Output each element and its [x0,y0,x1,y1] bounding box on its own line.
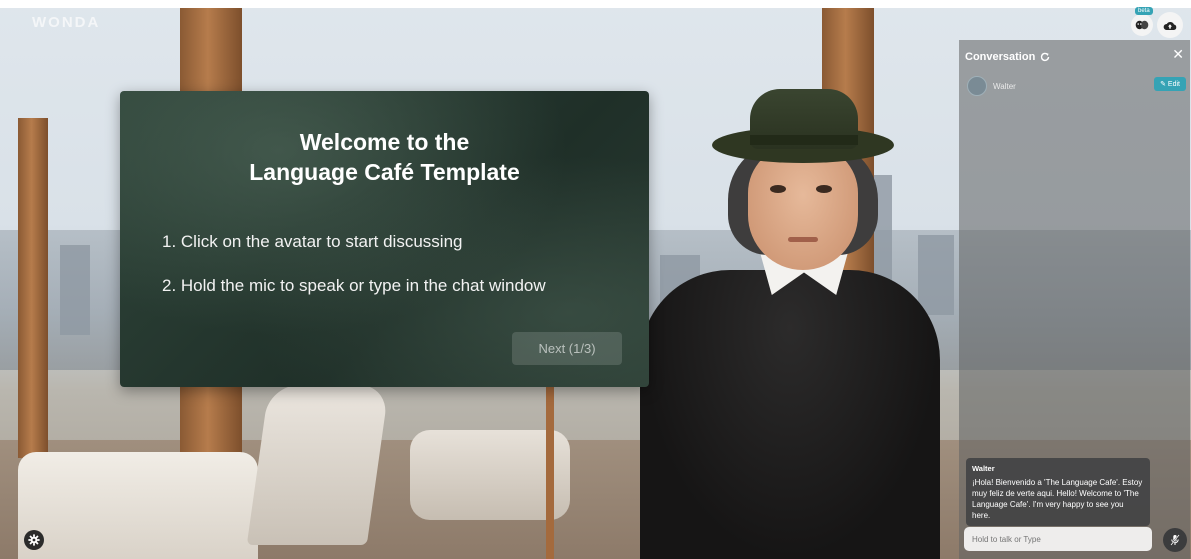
top-right-toolbar: beta [1131,7,1183,38]
avatar-eye [816,185,832,193]
cloud-upload-icon [1163,21,1177,30]
sofa [18,452,258,559]
edit-button[interactable]: ✎ Edit [1154,77,1186,91]
conversation-panel: Conversation ✕ Walter ✎ Edit Walter ¡Hol… [959,40,1190,559]
welcome-title: Welcome to the Language Café Template [120,127,649,187]
conversation-title: Conversation [965,51,1036,63]
mic-button[interactable] [1163,528,1187,552]
theater-mask-icon [1135,20,1149,30]
welcome-panel: Welcome to the Language Café Template 1.… [120,91,649,387]
conversation-header: Conversation [965,51,1050,63]
message-sender: Walter [972,464,995,473]
avatar-face [748,145,858,270]
panel-stand [546,385,554,559]
message-text: ¡Hola! Bienvenido a 'The Language Cafe'.… [972,478,1143,520]
welcome-title-line2: Language Café Template [249,159,520,185]
refresh-icon[interactable] [1040,52,1050,62]
welcome-title-line1: Welcome to the [299,129,470,155]
building [60,245,90,335]
microphone-icon [1170,534,1180,546]
avatar-eye [770,185,786,193]
settings-button[interactable] [24,530,44,550]
avatar-mouth [788,237,818,242]
avatar-walter[interactable] [640,85,940,559]
theater-mask-button[interactable]: beta [1131,7,1153,36]
cloud-upload-button[interactable] [1157,12,1183,38]
chat-message: Walter ¡Hola! Bienvenido a 'The Language… [966,458,1150,526]
next-button[interactable]: Next (1/3) [512,332,622,365]
instruction-step-2: 2. Hold the mic to speak or type in the … [162,276,546,295]
wonda-logo: WONDA [32,14,101,31]
avatar-hat-band [750,135,858,145]
beta-badge: beta [1135,7,1153,15]
chat-input[interactable] [964,527,1152,551]
character-avatar [967,76,987,96]
avatar-sweater [640,270,940,559]
frame-top [0,0,1191,8]
character-row[interactable]: Walter [967,76,1016,96]
gear-icon [28,534,40,546]
instruction-step-1: 1. Click on the avatar to start discussi… [162,232,463,251]
close-icon[interactable]: ✕ [1172,46,1184,63]
character-name: Walter [993,81,1016,91]
chair [246,385,390,545]
wooden-pillar [18,118,48,458]
